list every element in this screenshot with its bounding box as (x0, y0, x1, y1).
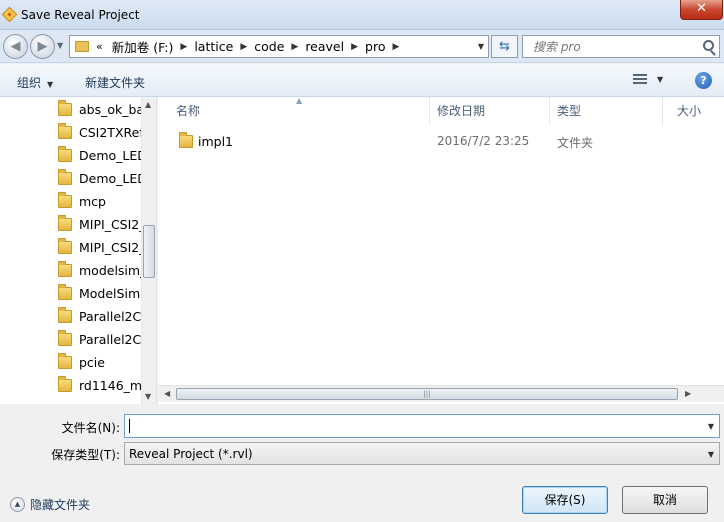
breadcrumb-lattice[interactable]: lattice (194, 39, 233, 54)
scroll-down-icon[interactable]: ▼ (145, 392, 151, 401)
help-icon[interactable]: ? (695, 72, 712, 89)
filename-label: 文件名(N): (61, 421, 120, 435)
tree-item[interactable]: abs_ok_ba (58, 99, 142, 119)
hide-folders-toggle[interactable]: ▲ 隐藏文件夹 (10, 496, 90, 512)
folder-icon (58, 260, 72, 277)
chevron-right-icon[interactable]: ▶ (351, 42, 358, 52)
scroll-right-icon[interactable]: ▶ (685, 389, 691, 398)
tree-item[interactable]: Parallel2CS (58, 329, 142, 349)
filename-input[interactable] (125, 415, 695, 437)
sidebar-scrollbar[interactable]: ▲ ▼ (141, 97, 156, 404)
folder-icon (58, 191, 72, 208)
search-input[interactable] (523, 36, 693, 57)
navigation-pane: abs_ok_ba CSI2TXRef Demo_LED Demo_LED mc… (0, 97, 157, 404)
filetype-select[interactable]: Reveal Project (*.rvl) ▼ (124, 442, 720, 465)
chevron-down-icon: ▼ (47, 80, 54, 89)
filename-dropdown-icon[interactable]: ▼ (708, 422, 714, 431)
close-button[interactable]: ✕ (680, 0, 723, 20)
folder-icon (58, 214, 72, 231)
scrollbar-thumb[interactable]: ||| (176, 388, 678, 400)
breadcrumb-drive[interactable]: 新加卷 (F:) (112, 37, 174, 56)
folder-icon (58, 168, 72, 185)
tree-item[interactable]: mcp (58, 191, 142, 211)
file-type: 文件夹 (557, 136, 594, 150)
search-box[interactable] (522, 35, 720, 58)
tree-item[interactable]: pcie (58, 352, 142, 372)
column-header-date[interactable]: 修改日期 (430, 97, 550, 125)
folder-icon (58, 352, 72, 369)
folder-icon (58, 306, 72, 323)
forward-button[interactable]: ▶ (30, 34, 55, 59)
back-button[interactable]: ◀ (3, 34, 28, 59)
tree-item[interactable]: modelsim_ (58, 260, 142, 280)
refresh-icon: ⇆ (499, 39, 510, 54)
app-icon (1, 6, 18, 23)
tree-item[interactable]: MIPI_CSI2_ (58, 237, 142, 257)
folder-icon (58, 329, 72, 346)
view-dropdown-icon[interactable]: ▼ (657, 75, 663, 84)
scrollbar-thumb[interactable] (143, 225, 155, 278)
organize-button[interactable]: 组织 ▼ (17, 74, 53, 91)
tree-item[interactable]: ModelSim (58, 283, 142, 303)
chevron-right-icon[interactable]: ▶ (180, 42, 187, 52)
filetype-value: Reveal Project (*.rvl) (129, 447, 253, 461)
tree-item[interactable]: CSI2TXRef (58, 122, 142, 142)
chevron-right-icon[interactable]: ▶ (392, 42, 399, 52)
column-header-type[interactable]: 类型 (550, 97, 663, 125)
folder-icon (58, 145, 72, 162)
tree-item[interactable]: rd1146_mi (58, 375, 142, 395)
search-icon[interactable] (703, 40, 714, 51)
breadcrumb-overflow[interactable]: « (96, 40, 103, 53)
file-date: 2016/7/2 23:25 (437, 134, 530, 148)
tree-item[interactable]: Parallel2CS (58, 306, 142, 326)
folder-icon (58, 375, 72, 392)
column-header-size[interactable]: 大小 (663, 97, 724, 125)
filename-field[interactable]: ▼ (124, 414, 720, 438)
tree-item[interactable]: Demo_LED (58, 145, 142, 165)
file-list: ▲ 名称 修改日期 类型 大小 impl1 2016/7/2 23:25 文件夹… (158, 96, 724, 404)
chevron-right-icon[interactable]: ▶ (291, 42, 298, 52)
organize-label: 组织 (17, 76, 42, 90)
recent-locations-arrow-icon[interactable]: ▼ (57, 41, 63, 50)
folder-icon (58, 283, 72, 300)
folder-icon (58, 99, 72, 116)
breadcrumb-pro[interactable]: pro (365, 39, 385, 54)
filetype-label: 保存类型(T): (51, 448, 120, 462)
toolbar: 组织 ▼ 新建文件夹 ▼ ? (0, 64, 724, 97)
save-button[interactable]: 保存(S) (522, 486, 608, 514)
folder-icon (75, 41, 89, 52)
tree-item[interactable]: MIPI_CSI2_ (58, 214, 142, 234)
window-title: Save Reveal Project (21, 8, 140, 22)
file-name: impl1 (198, 134, 234, 149)
filetype-dropdown-icon[interactable]: ▼ (708, 450, 714, 459)
folder-icon (58, 122, 72, 139)
hide-folders-label: 隐藏文件夹 (30, 497, 91, 512)
file-row[interactable]: impl1 2016/7/2 23:25 文件夹 (158, 130, 724, 152)
new-folder-button[interactable]: 新建文件夹 (85, 74, 145, 91)
title-bar: Save Reveal Project ✕ (0, 0, 724, 30)
breadcrumb-reavel[interactable]: reavel (305, 39, 344, 54)
chevron-up-icon: ▲ (10, 496, 25, 512)
navigation-bar: ◀ ▶ ▼ « 新加卷 (F:) ▶ lattice ▶ code ▶ reav… (0, 30, 724, 63)
folder-icon (58, 237, 72, 254)
horizontal-scrollbar[interactable]: ◀ ||| ▶ (158, 385, 724, 402)
text-cursor (129, 419, 130, 433)
chevron-right-icon[interactable]: ▶ (240, 42, 247, 52)
address-dropdown-icon[interactable]: ▼ (478, 42, 484, 51)
address-bar[interactable]: « 新加卷 (F:) ▶ lattice ▶ code ▶ reavel ▶ p… (69, 35, 489, 58)
folder-icon (179, 132, 193, 148)
tree-item[interactable]: Demo_LED (58, 168, 142, 188)
refresh-button[interactable]: ⇆ (491, 35, 518, 58)
breadcrumb-code[interactable]: code (254, 39, 284, 54)
column-header-name[interactable]: 名称 (158, 97, 430, 125)
scroll-left-icon[interactable]: ◀ (164, 389, 170, 398)
scroll-up-icon[interactable]: ▲ (145, 100, 151, 109)
view-options-icon[interactable] (633, 74, 647, 86)
cancel-button[interactable]: 取消 (622, 486, 708, 514)
